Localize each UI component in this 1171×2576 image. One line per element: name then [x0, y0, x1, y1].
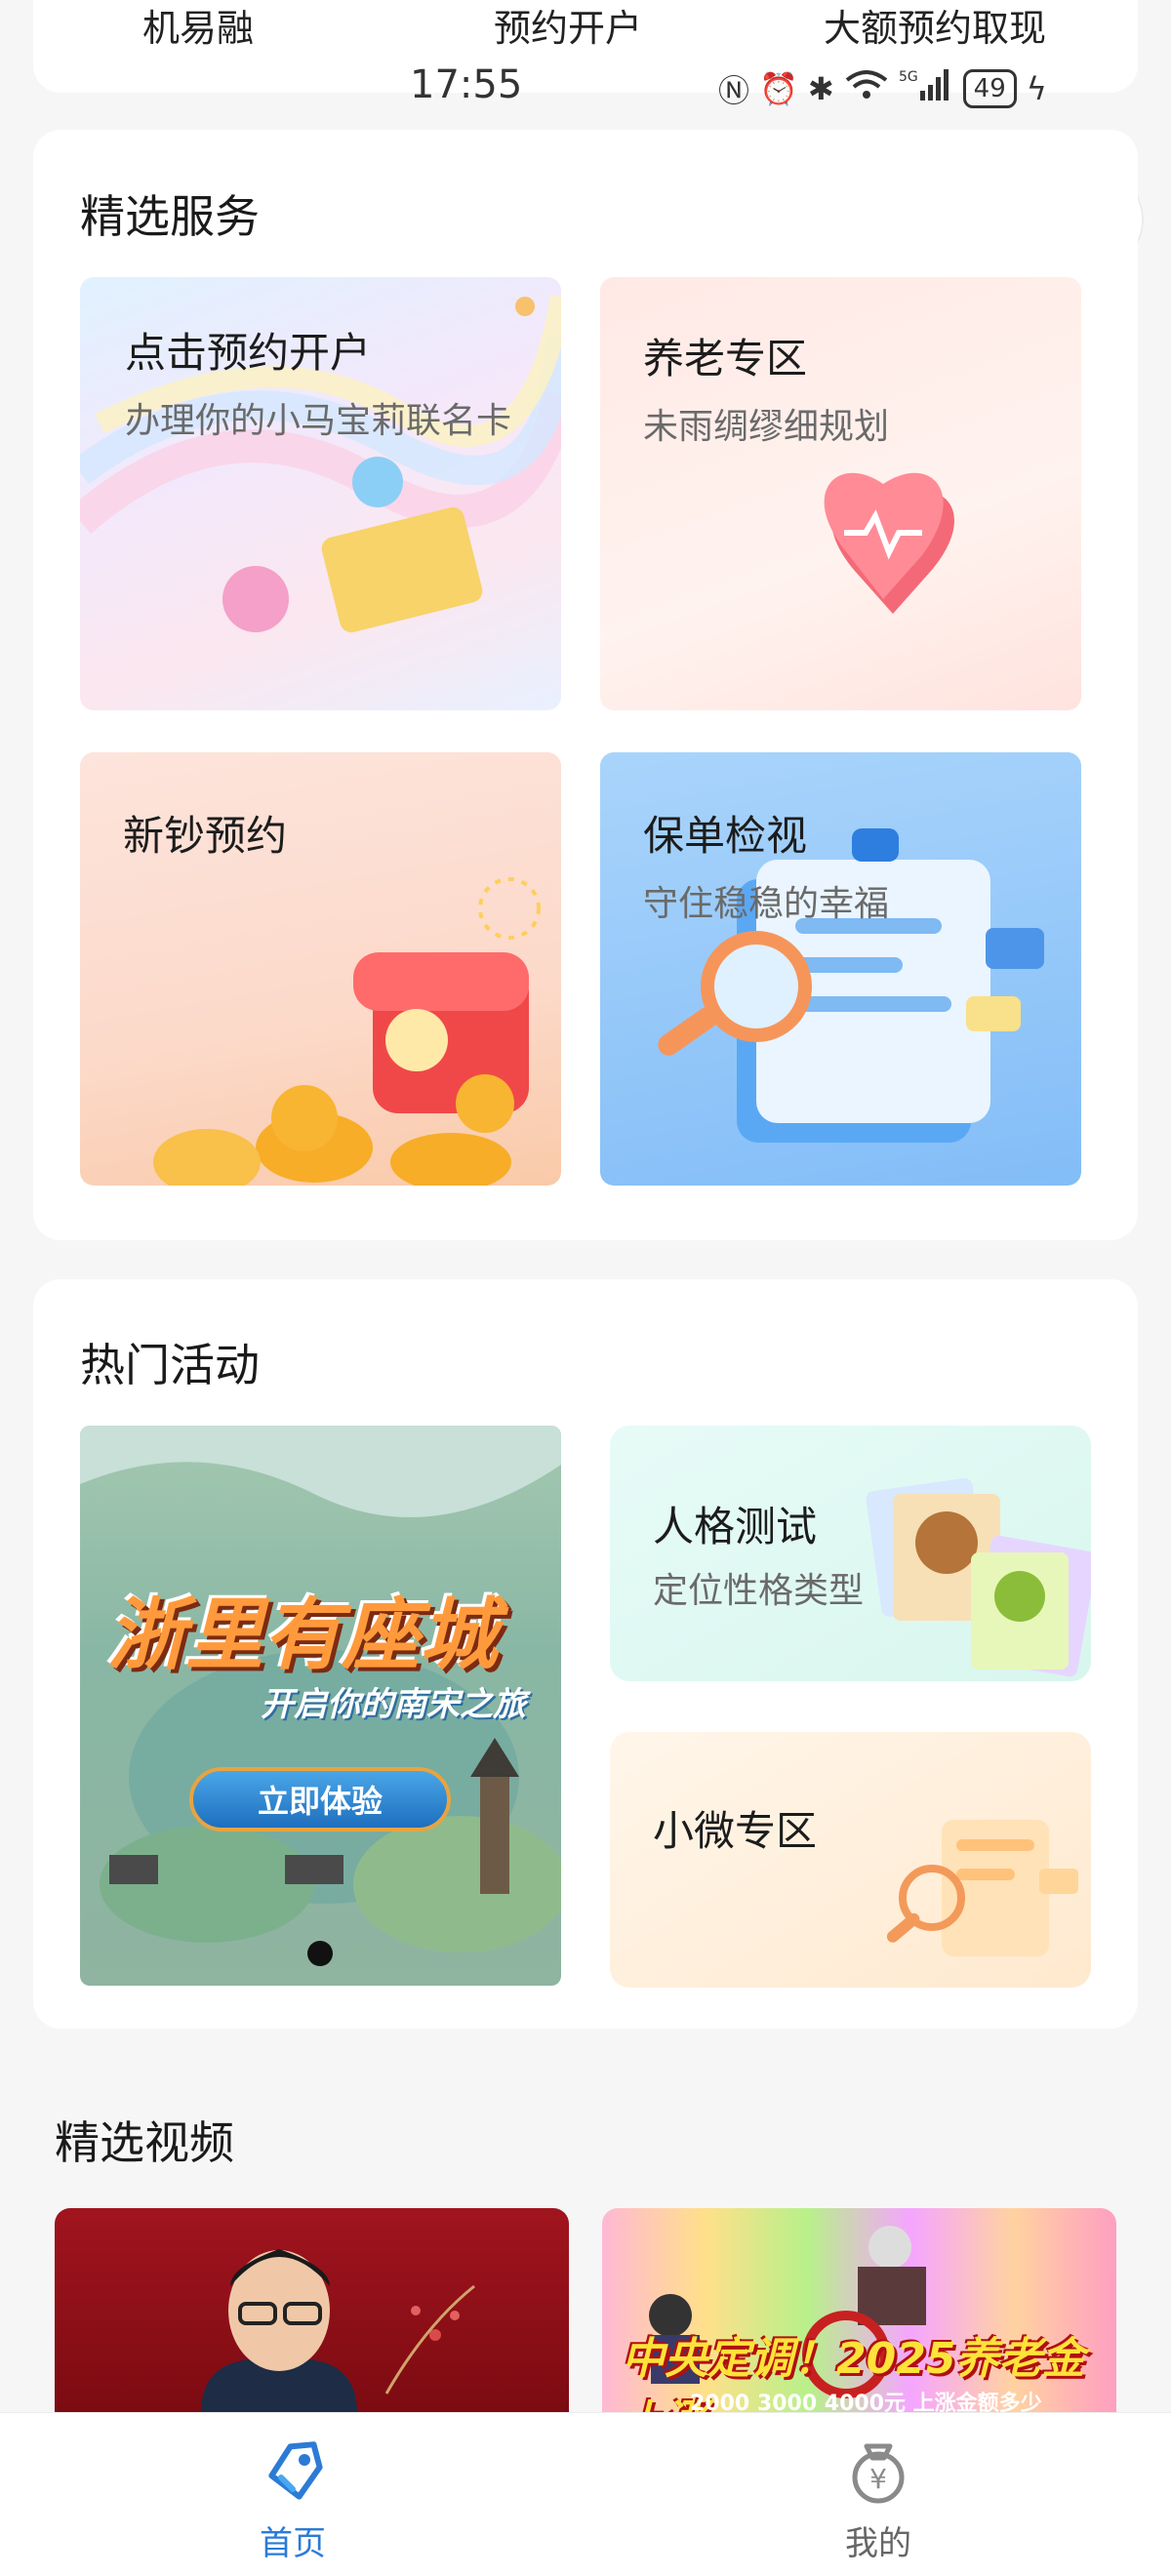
tile-pension[interactable]: 养老专区 未雨绸缪细规划: [600, 277, 1081, 710]
activity-banner-city[interactable]: 浙里有座城 开启你的南宋之旅 立即体验: [80, 1426, 561, 1986]
video-card-1[interactable]: [55, 2208, 569, 2413]
selected-videos-title: 精选视频: [55, 2116, 234, 2169]
bottom-tab-bar: 首页 ¥ 我的: [0, 2412, 1171, 2576]
tile-policy-review[interactable]: 保单检视 守住稳稳的幸福: [600, 752, 1081, 1186]
activity-banner-subtitle: 开启你的南宋之旅: [261, 1685, 526, 1724]
money-bag-icon: ¥: [852, 2443, 905, 2504]
tile-policy-review-subtitle: 守住稳稳的幸福: [643, 884, 890, 924]
status-icons: Ⓝ ⏰ ✱ 5G 49 ϟ: [718, 66, 1047, 111]
tile-new-banknote[interactable]: 新钞预约: [80, 752, 561, 1186]
alarm-icon: ⏰: [759, 70, 798, 107]
quick-nav-item-loan[interactable]: 机易融: [142, 0, 254, 52]
personality-test-title: 人格测试: [653, 1503, 818, 1550]
activity-banner-button-label: 立即体验: [257, 1783, 383, 1820]
status-time: 17:55: [410, 62, 523, 107]
charging-icon: ϟ: [1026, 70, 1047, 107]
tile-open-account-subtitle: 办理你的小马宝莉联名卡: [125, 401, 512, 441]
micro-business-title: 小微专区: [653, 1807, 818, 1855]
tab-mine-label: 我的: [845, 2524, 911, 2563]
signal-5g-icon: 5G: [899, 67, 953, 110]
tile-open-account-title: 点击预约开户: [125, 329, 372, 377]
nfc-icon: Ⓝ: [718, 72, 750, 109]
wifi-icon: [844, 68, 889, 109]
quick-nav-item-open-account[interactable]: 预约开户: [494, 0, 642, 52]
activity-personality-test[interactable]: 人格测试 定位性格类型: [610, 1426, 1091, 1681]
tab-home-label: 首页: [260, 2524, 326, 2563]
quick-nav-item-cash-withdraw[interactable]: 大额预约取现: [824, 0, 1046, 52]
status-bar: 17:55 Ⓝ ⏰ ✱ 5G 49 ϟ: [0, 59, 1171, 117]
tile-open-account[interactable]: 点击预约开户 办理你的小马宝莉联名卡: [80, 277, 561, 710]
activity-micro-business[interactable]: 小微专区: [610, 1732, 1091, 1988]
activity-banner-button[interactable]: 立即体验: [189, 1767, 451, 1831]
activity-banner-title: 浙里有座城: [107, 1590, 498, 1680]
vibrate-icon: ✱: [807, 70, 834, 107]
tile-pension-title: 养老专区: [643, 335, 808, 382]
battery-indicator: 49: [962, 69, 1017, 108]
carousel-indicator-dot[interactable]: [307, 1941, 333, 1966]
tab-home[interactable]: 首页: [195, 2435, 390, 2564]
tile-new-banknote-title: 新钞预约: [123, 812, 288, 860]
tile-pension-subtitle: 未雨绸缪细规划: [643, 407, 890, 447]
svg-text:¥: ¥: [869, 2463, 887, 2495]
hot-activities-title: 热门活动: [80, 1339, 260, 1391]
personality-test-subtitle: 定位性格类型: [653, 1571, 865, 1611]
tab-mine[interactable]: ¥ 我的: [781, 2435, 976, 2564]
featured-services-title: 精选服务: [80, 190, 260, 243]
video-2-subcaption: 2000 3000 4000元 上涨金额多少: [690, 2392, 1042, 2413]
svg-text:5G: 5G: [899, 69, 918, 85]
tag-home-icon: [268, 2441, 323, 2500]
tile-policy-review-title: 保单检视: [643, 812, 808, 860]
video-card-2[interactable]: 中央定调！2025养老金上涨 2000 3000 4000元 上涨金额多少: [602, 2208, 1116, 2413]
